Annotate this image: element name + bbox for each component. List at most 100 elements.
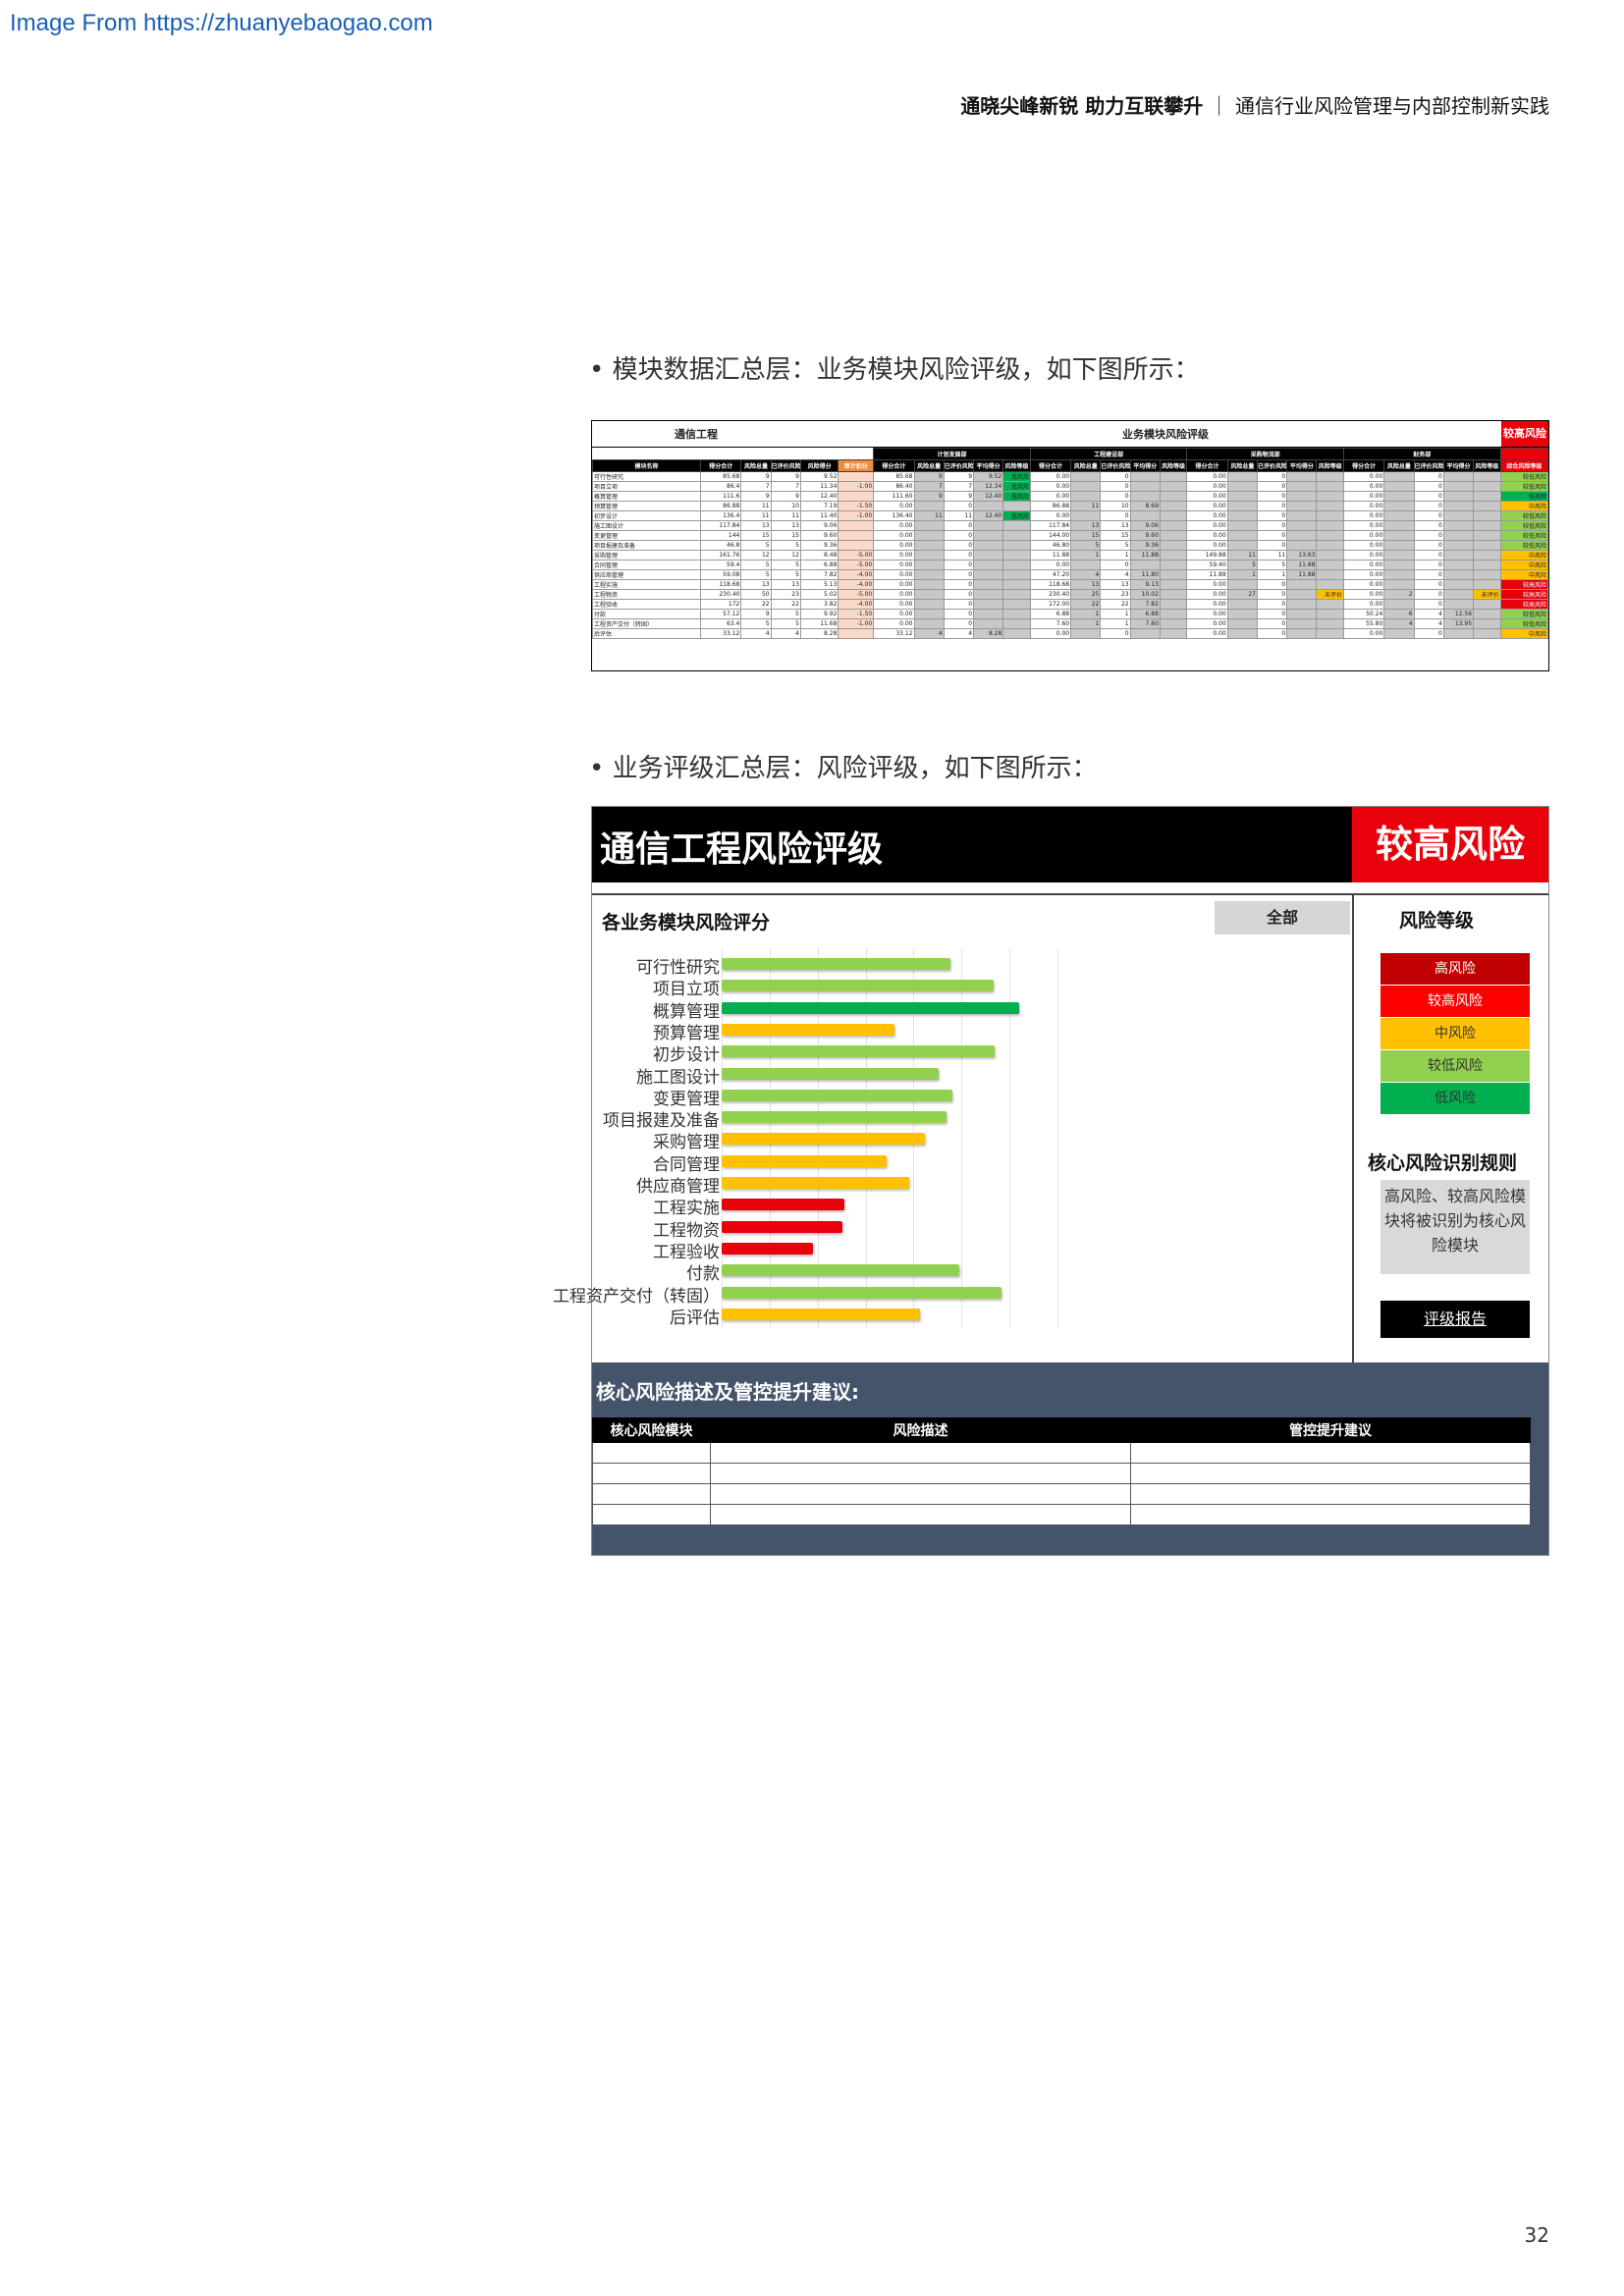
- table-cell: 6.88: [1129, 609, 1161, 619]
- table-cell: 149.88: [1186, 550, 1228, 561]
- table-cell: 7.82: [1129, 599, 1161, 610]
- table-cell: [838, 540, 875, 551]
- panel-divider: [1352, 895, 1354, 1362]
- core-cell[interactable]: [710, 1504, 1131, 1525]
- table-cell: 0: [943, 560, 975, 570]
- core-cell[interactable]: [592, 1463, 711, 1484]
- table-cell: 0.00: [1186, 628, 1228, 639]
- chart-bar[interactable]: [722, 1286, 1002, 1299]
- column-header: 风险总量: [1070, 459, 1102, 472]
- table-cell: [1316, 501, 1344, 511]
- table-cell: [1383, 599, 1415, 610]
- core-cell[interactable]: [710, 1483, 1131, 1505]
- category-label: 施工图设计: [636, 1067, 720, 1088]
- table-cell: 5: [770, 560, 801, 570]
- chart-bar[interactable]: [722, 980, 995, 992]
- table-cell: 25: [1070, 589, 1102, 600]
- core-cell[interactable]: [1130, 1483, 1531, 1505]
- table-cell: [1473, 510, 1501, 521]
- table-cell: [1159, 579, 1188, 590]
- table-cell: -1.00: [838, 618, 875, 629]
- table-cell: [1316, 550, 1344, 561]
- table-cell: 12: [740, 550, 772, 561]
- module-rating-table: 计划发展部 工程建设部 采购物流部 财务部 模块名称得分合计风险总量已评价风险数…: [592, 448, 1548, 639]
- chart-bar[interactable]: [722, 1001, 1019, 1014]
- chart-bar[interactable]: [722, 1067, 940, 1080]
- table-cell: [973, 540, 1004, 551]
- table-cell: 1: [1226, 569, 1258, 580]
- core-cell[interactable]: [1130, 1463, 1531, 1484]
- table-cell: 11.80: [1129, 569, 1161, 580]
- table-cell: [1383, 491, 1415, 502]
- table-cell: 4: [1383, 618, 1415, 629]
- core-cell[interactable]: [710, 1463, 1131, 1484]
- table-cell: [1442, 481, 1475, 492]
- chart-bar[interactable]: [722, 1242, 814, 1255]
- group-header: 工程建设部: [1029, 448, 1188, 460]
- table-row: 预算管理 86.88 11 10 7.19 -1.50 0.00 0 86.88 11 10 8.69…: [592, 501, 1548, 511]
- chart-bar[interactable]: [722, 958, 950, 970]
- table-cell: 0: [1256, 609, 1288, 619]
- table-cell: 7: [943, 481, 975, 492]
- core-cell[interactable]: [710, 1442, 1131, 1464]
- chart-bar[interactable]: [722, 1177, 910, 1189]
- table-cell: 5: [740, 569, 772, 580]
- chart-bar[interactable]: [722, 1133, 926, 1146]
- module-rating-table-figure: 通信工程 业务模块风险评级 较高风险 计划发展部 工程建设部 采购物流部 财务部…: [591, 420, 1549, 671]
- table-cell: 0: [943, 609, 975, 619]
- table-cell: 5: [770, 540, 801, 551]
- chart-bar[interactable]: [722, 1154, 888, 1167]
- column-header: 风险等级: [1473, 459, 1501, 472]
- table-cell: [913, 599, 945, 610]
- core-cell[interactable]: [1130, 1504, 1531, 1525]
- module-filter-dropdown[interactable]: 全部: [1215, 901, 1350, 934]
- table-cell: [973, 530, 1004, 541]
- chart-bar[interactable]: [722, 1089, 952, 1101]
- overall-risk-badge: 较高风险: [1352, 807, 1548, 882]
- table-cell: [1383, 560, 1415, 570]
- table-cell: 0: [1413, 560, 1444, 570]
- rating-report-button[interactable]: 评级报告: [1380, 1301, 1530, 1338]
- table-cell: [913, 540, 945, 551]
- legend-item-lower: 较低风险: [1380, 1050, 1530, 1082]
- chart-bar[interactable]: [722, 1045, 996, 1058]
- core-cell[interactable]: [592, 1483, 711, 1505]
- watermark-link[interactable]: Image From https://zhuanyebaogao.com: [10, 10, 433, 37]
- table-cell: 5: [1256, 560, 1288, 570]
- risk-dashboard: 通信工程风险评级 较高风险 各业务模块风险评分 全部 可行性研究 项目立项 概算管理…: [553, 806, 1549, 1556]
- column-header: 已评价风险数量: [1100, 459, 1131, 472]
- table-cell: 0: [1100, 628, 1131, 639]
- table-cell: 4: [943, 628, 975, 639]
- table-cell: [1159, 599, 1188, 610]
- legend-title: 风险等级: [1399, 910, 1475, 932]
- table-cell: [1383, 481, 1415, 492]
- category-label: 工程资产交付（转固）: [553, 1286, 720, 1307]
- table-cell: 0.00: [1342, 550, 1385, 561]
- chart-bar[interactable]: [722, 1308, 921, 1320]
- table-cell: 22: [1070, 599, 1102, 610]
- table-cell: [973, 599, 1004, 610]
- category-label: 工程物资: [653, 1220, 720, 1241]
- table-mid-title: 业务模块风险评级: [1122, 428, 1209, 441]
- chart-bar[interactable]: [722, 1264, 960, 1277]
- core-cell[interactable]: [592, 1442, 711, 1464]
- core-risk-table: 核心风险模块 风险描述 管控提升建议: [592, 1417, 1531, 1525]
- chart-bar[interactable]: [722, 1199, 845, 1211]
- chart-bar[interactable]: [722, 1023, 894, 1036]
- column-header: 风险等级: [1159, 459, 1188, 472]
- core-cell[interactable]: [592, 1504, 711, 1525]
- module-name-cell: 工程物资: [592, 589, 702, 600]
- table-cell: 0: [1413, 481, 1444, 492]
- table-cell: [1226, 510, 1258, 521]
- legend-item-low: 低风险: [1380, 1083, 1530, 1114]
- core-cell[interactable]: [1130, 1442, 1531, 1464]
- chart-bar[interactable]: [722, 1220, 842, 1233]
- table-cell: 0: [1413, 589, 1444, 600]
- table-cell: 4: [770, 628, 801, 639]
- table-cell: [1316, 618, 1344, 629]
- category-label: 后评估: [670, 1308, 720, 1328]
- table-cell: 8.69: [1129, 501, 1161, 511]
- category-label: 合同管理: [653, 1154, 720, 1175]
- table-cell: 0: [1413, 579, 1444, 590]
- chart-bar[interactable]: [722, 1111, 947, 1124]
